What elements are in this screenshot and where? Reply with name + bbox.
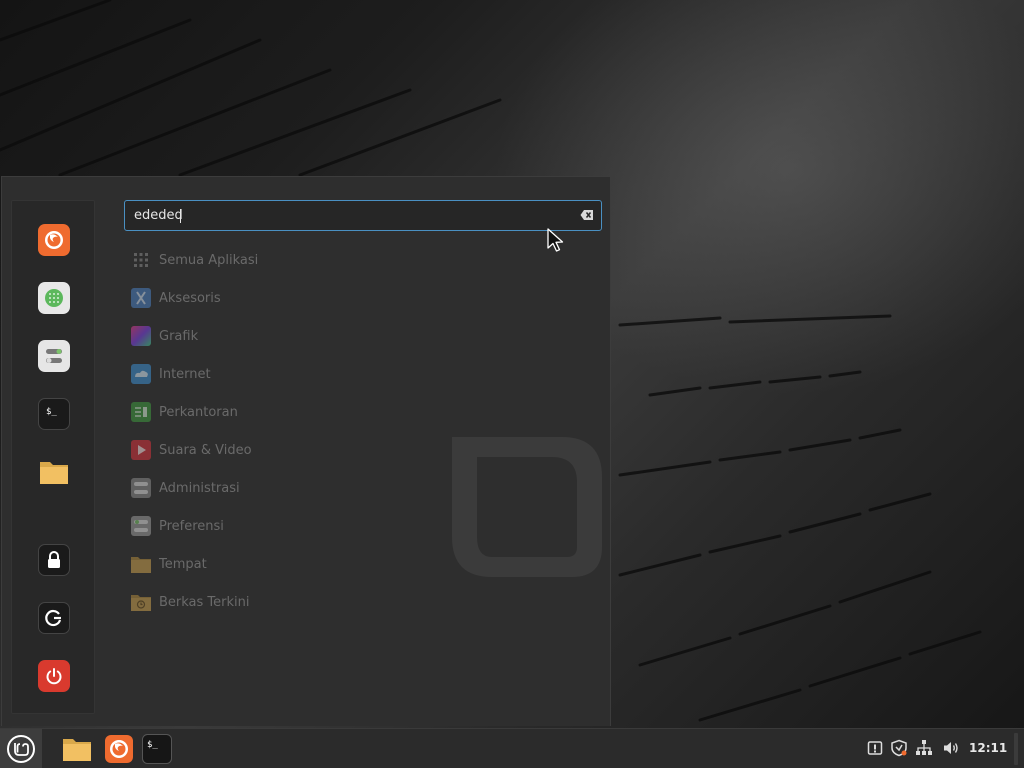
category-label: Tempat <box>159 556 207 572</box>
category-accessories[interactable]: Aksesoris <box>130 285 410 311</box>
category-recent-files[interactable]: Berkas Terkini <box>130 589 410 615</box>
firefox-icon <box>105 735 133 763</box>
category-preferences[interactable]: Preferensi <box>130 513 410 539</box>
accessories-icon <box>130 287 152 309</box>
mint-logo-watermark <box>402 437 602 577</box>
application-menu: $_ ededed Semua Aplikasi Aksesoris Grafi… <box>1 176 611 726</box>
lock-icon <box>48 551 60 568</box>
grid-icon <box>130 249 152 271</box>
category-all-applications[interactable]: Semua Aplikasi <box>130 247 410 273</box>
favorite-software-manager[interactable] <box>38 282 70 314</box>
svg-text:$_: $_ <box>46 407 57 417</box>
show-desktop-button[interactable] <box>1014 733 1018 765</box>
update-manager-icon <box>867 741 883 755</box>
tray-network[interactable] <box>915 739 933 757</box>
favorite-firefox[interactable] <box>38 224 70 256</box>
taskbar-terminal-launcher[interactable]: $_ <box>141 733 173 765</box>
category-label: Preferensi <box>159 518 224 534</box>
favorite-shutdown[interactable] <box>38 660 70 692</box>
office-icon <box>130 401 152 423</box>
software-manager-icon <box>45 289 63 307</box>
favorite-logout[interactable] <box>38 602 70 634</box>
internet-icon <box>130 363 152 385</box>
menu-button[interactable] <box>0 729 42 768</box>
clock[interactable]: 12:11 <box>969 741 1007 755</box>
settings-icon <box>46 349 62 363</box>
category-office[interactable]: Perkantoran <box>130 399 410 425</box>
favorites-sidebar: $_ <box>11 200 95 714</box>
taskbar-firefox-launcher[interactable] <box>103 733 135 765</box>
category-label: Grafik <box>159 328 199 344</box>
graphics-icon <box>130 325 152 347</box>
terminal-icon: $_ <box>46 407 57 417</box>
category-places[interactable]: Tempat <box>130 551 410 577</box>
taskbar: $_ 12:11 <box>0 728 1024 768</box>
category-label: Internet <box>159 366 211 382</box>
tray-volume[interactable] <box>942 739 960 757</box>
text-caret <box>180 209 181 223</box>
search-box[interactable] <box>124 200 602 231</box>
logout-icon <box>45 609 62 627</box>
taskbar-files-launcher[interactable] <box>61 733 93 765</box>
folder-icon <box>40 462 68 484</box>
volume-icon <box>944 742 958 754</box>
mint-logo-icon <box>7 735 35 763</box>
tray-security[interactable] <box>890 739 908 757</box>
favorite-system-settings[interactable] <box>38 340 70 372</box>
category-label: Semua Aplikasi <box>159 252 259 268</box>
category-label: Perkantoran <box>159 404 238 420</box>
favorite-lock-screen[interactable] <box>38 544 70 576</box>
tray-update-manager[interactable] <box>866 739 884 757</box>
network-icon <box>916 740 932 755</box>
preferences-icon <box>130 515 152 537</box>
favorite-files[interactable] <box>38 456 70 488</box>
category-sound-video[interactable]: Suara & Video <box>130 437 410 463</box>
mouse-pointer-icon <box>547 228 564 252</box>
category-label: Suara & Video <box>159 442 252 458</box>
clear-search-icon[interactable] <box>580 209 594 221</box>
places-folder-icon <box>130 553 152 575</box>
category-graphics[interactable]: Grafik <box>130 323 410 349</box>
search-input[interactable] <box>134 201 574 230</box>
folder-icon <box>63 739 91 761</box>
category-label: Berkas Terkini <box>159 594 250 610</box>
category-label: Administrasi <box>159 480 240 496</box>
svg-text:$_: $_ <box>147 740 158 750</box>
category-internet[interactable]: Internet <box>130 361 410 387</box>
power-icon <box>46 668 62 685</box>
category-label: Aksesoris <box>159 290 221 306</box>
firefox-icon <box>45 231 63 249</box>
multimedia-icon <box>130 439 152 461</box>
administration-icon <box>130 477 152 499</box>
terminal-icon: $_ <box>142 734 172 764</box>
recent-files-icon <box>130 591 152 613</box>
security-shield-icon <box>891 739 907 757</box>
category-administration[interactable]: Administrasi <box>130 475 410 501</box>
favorite-terminal[interactable]: $_ <box>38 398 70 430</box>
